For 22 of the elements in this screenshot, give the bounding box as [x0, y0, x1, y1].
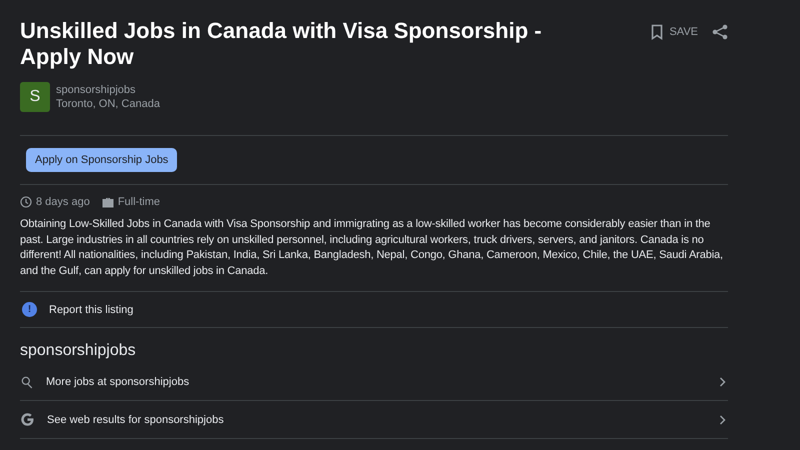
section-heading: sponsorshipjobs: [20, 342, 137, 360]
chevron-icon: [719, 414, 726, 424]
job-description: Obtaining Low-Skilled Jobs in Canada with Visa Sponsorship and immigrating as a low-skilled worker has become considerably easier than in the past. Large industries in all countries rely on unskilled personnel, including agricultural workers, truck drivers, servers, and janitors. Canada is no different! All nationalities, including Pakistan, India, Sri Lanka, Bangladesh, Nepal, Congo, Ghana, Cameroon, Mexico, Chile, the UAE, Saudi Arabia, and the Gulf, can apply for unskilled jobs in Canada.: [20, 217, 724, 278]
posted-time: 8 days ago: [36, 196, 90, 208]
bookmark-icon: [651, 24, 664, 40]
link-item[interactable]: See web results for sponsorshipjobs: [47, 414, 707, 426]
link-item[interactable]: More jobs at sponsorshipjobs: [46, 376, 707, 388]
letter-g-icon: [20, 412, 35, 427]
apply-button[interactable]: Apply on Sponsorship Jobs: [26, 148, 178, 172]
job-type: Full-time: [118, 196, 160, 208]
alert-icon: !: [22, 302, 37, 317]
briefcase-icon: [102, 196, 114, 208]
job-location: Toronto, ON, Canada: [56, 98, 160, 110]
job-title: Unskilled Jobs in Canada with Visa Sponsorship - Apply Now: [20, 18, 543, 70]
save-button[interactable]: SAVE: [651, 24, 698, 40]
employer-name: sponsorshipjobs: [56, 84, 136, 96]
employer-avatar: S: [20, 82, 50, 112]
clock-icon: [20, 196, 32, 208]
report-link[interactable]: Report this listing: [49, 304, 134, 316]
chevron-icon: [719, 377, 726, 387]
search-icon: [20, 375, 34, 389]
share-icon[interactable]: [712, 24, 728, 40]
